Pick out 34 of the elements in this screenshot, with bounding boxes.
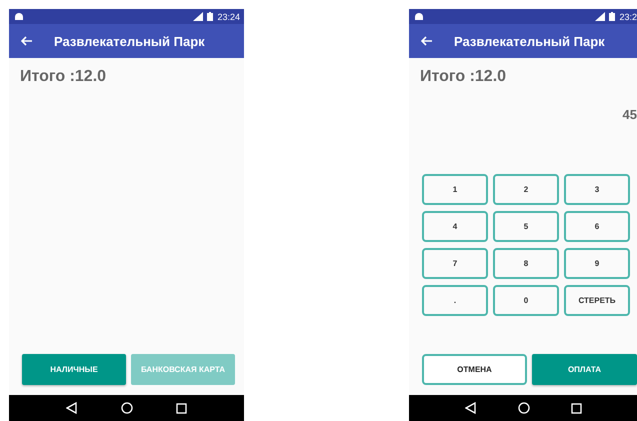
back-arrow-icon[interactable] bbox=[421, 36, 432, 46]
keypad-key[interactable]: 0 bbox=[493, 285, 559, 316]
back-icon[interactable] bbox=[464, 402, 476, 414]
total-label: Итого :12.0 bbox=[420, 68, 506, 86]
keypad-key[interactable]: 8 bbox=[493, 248, 559, 279]
keypad-key[interactable]: 3 bbox=[564, 174, 630, 205]
keypad-key[interactable]: 1 bbox=[422, 174, 488, 205]
clock-time: 23:2 bbox=[619, 12, 637, 22]
payment-button[interactable]: НАЛИЧНЫЕ bbox=[22, 354, 126, 385]
total-label: Итого :12.0 bbox=[20, 68, 106, 86]
clock-time: 23:24 bbox=[217, 12, 240, 22]
signal-icon bbox=[193, 12, 204, 21]
keypad-key[interactable]: СТЕРЕТЬ bbox=[564, 285, 630, 316]
back-icon[interactable] bbox=[66, 402, 78, 414]
home-icon[interactable] bbox=[518, 402, 530, 414]
back-arrow-icon[interactable] bbox=[21, 36, 32, 46]
signal-icon bbox=[595, 12, 606, 21]
battery-icon bbox=[609, 12, 616, 21]
keypad-key[interactable]: . bbox=[422, 285, 488, 316]
home-icon[interactable] bbox=[120, 402, 133, 414]
keypad-key[interactable]: 6 bbox=[564, 211, 630, 242]
battery-icon bbox=[207, 12, 214, 21]
app-title: Развлекательный Парк bbox=[54, 34, 205, 48]
amount-display: 45 bbox=[622, 107, 637, 122]
keypad-key[interactable]: 4 bbox=[422, 211, 488, 242]
keypad-key[interactable]: 2 bbox=[493, 174, 559, 205]
app-title: Развлекательный Парк bbox=[454, 34, 605, 48]
overview-icon[interactable] bbox=[570, 402, 582, 414]
payment-button[interactable]: ОПЛАТА bbox=[532, 354, 637, 385]
keypad-key[interactable]: 5 bbox=[493, 211, 559, 242]
keypad-key[interactable]: 9 bbox=[564, 248, 630, 279]
payment-button[interactable]: ОТМЕНА bbox=[422, 354, 528, 385]
overview-icon[interactable] bbox=[176, 402, 188, 414]
keypad-key[interactable]: 7 bbox=[422, 248, 488, 279]
